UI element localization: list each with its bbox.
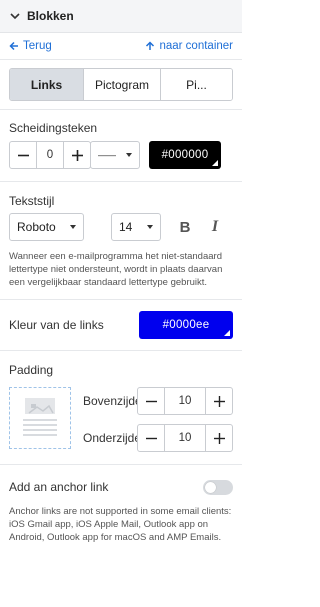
link-color-label: Kleur van de links (9, 318, 104, 332)
back-link-label: Terug (23, 40, 52, 52)
padding-bottom-input[interactable]: 10 (164, 425, 206, 451)
separator-color-value: #000000 (161, 149, 209, 161)
arrow-left-icon (9, 41, 18, 51)
padding-top-increment-button[interactable] (206, 388, 232, 414)
nav-row: Terug naar container (0, 33, 242, 59)
padding-bottom-label: Onderzijde (83, 431, 142, 445)
to-container-link[interactable]: naar container (145, 40, 233, 52)
tab-pictogram-label: Pictogram (94, 77, 150, 92)
link-color-section: Kleur van de links #0000ee (0, 300, 242, 350)
back-link[interactable]: Terug (9, 40, 52, 52)
caret-down-icon (126, 153, 132, 157)
italic-button[interactable]: I (205, 217, 225, 237)
font-size-select[interactable]: 14 (111, 213, 161, 241)
padding-preview-image (9, 387, 71, 449)
bold-icon: B (179, 218, 191, 236)
line-style-value: —— (98, 150, 116, 160)
picker-corner-icon (212, 160, 218, 166)
padding-top-label: Bovenzijde (83, 394, 142, 408)
padding-controls: Bovenzijde 10 Onderzijde 10 (83, 387, 233, 452)
text-style-section: Tekststijl Roboto 14 B I Wanneer een e-m… (0, 182, 242, 299)
anchor-section: Add an anchor link Anchor links are not … (0, 465, 242, 544)
panel-header[interactable]: Blokken (0, 0, 242, 33)
caret-down-icon (147, 225, 153, 229)
separator-stepper: 0 (9, 141, 91, 169)
separator-color-picker[interactable]: #000000 (149, 141, 221, 169)
anchor-note: Anchor links are not supported in some e… (9, 506, 232, 543)
plus-icon (213, 395, 225, 407)
font-size-value: 14 (119, 220, 133, 234)
minus-icon (145, 400, 157, 402)
tab-pictogram[interactable]: Pictogram (84, 69, 161, 100)
minus-icon (145, 437, 157, 439)
arrow-up-icon (146, 41, 155, 50)
separator-width-input[interactable]: 0 (36, 142, 64, 168)
padding-top-decrement-button[interactable] (138, 388, 164, 414)
plus-icon (71, 149, 83, 161)
anchor-toggle[interactable] (203, 479, 233, 495)
tab-pi[interactable]: Pi... (161, 69, 232, 100)
padding-bottom-decrement-button[interactable] (138, 425, 164, 451)
plus-icon (213, 432, 225, 444)
increment-button[interactable] (64, 142, 90, 168)
font-value: Roboto (17, 220, 56, 234)
padding-bottom-increment-button[interactable] (206, 425, 232, 451)
padding-label: Padding (9, 363, 54, 377)
decrement-button[interactable] (10, 142, 36, 168)
padding-bottom-stepper: 10 (137, 424, 233, 452)
separator-label: Scheidingsteken (9, 121, 98, 135)
tabs-wrap: Links Pictogram Pi... (0, 60, 242, 109)
tab-pi-label: Pi... (186, 77, 207, 92)
toggle-knob (205, 481, 216, 493)
chevron-down-icon (10, 13, 20, 20)
line-style-select[interactable]: —— (90, 141, 140, 169)
panel-title: Blokken (27, 9, 74, 23)
separator-section: Scheidingsteken 0 —— #000000 (0, 110, 242, 181)
padding-section: Padding Bovenzijde 10 Onderzijde 10 (0, 351, 242, 464)
anchor-label: Add an anchor link (9, 480, 109, 494)
link-color-value: #0000ee (162, 319, 210, 331)
to-container-label: naar container (159, 40, 233, 52)
tab-links-label: Links (30, 77, 63, 92)
picker-corner-icon (224, 330, 230, 336)
bold-button[interactable]: B (175, 217, 195, 237)
padding-top-stepper: 10 (137, 387, 233, 415)
italic-icon: I (211, 218, 219, 235)
image-placeholder-icon (23, 398, 57, 436)
padding-top-input[interactable]: 10 (164, 388, 206, 414)
tab-bar: Links Pictogram Pi... (9, 68, 233, 101)
link-color-picker[interactable]: #0000ee (139, 311, 233, 339)
minus-icon (17, 154, 29, 156)
font-select[interactable]: Roboto (9, 213, 84, 241)
caret-down-icon (70, 225, 76, 229)
font-fallback-note: Wanneer een e-mailprogramma het niet-sta… (9, 251, 223, 288)
text-style-label: Tekststijl (9, 194, 55, 208)
tab-links[interactable]: Links (10, 69, 84, 100)
